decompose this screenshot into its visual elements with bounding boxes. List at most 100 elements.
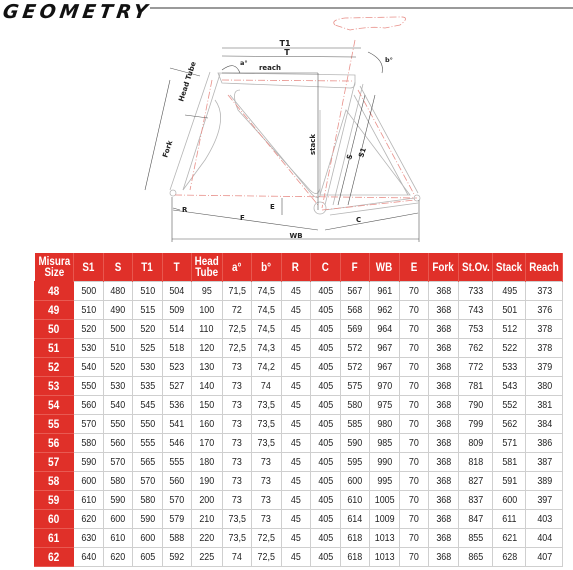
value-cell: 614 — [339, 509, 371, 529]
value-cell: 595 — [339, 452, 371, 472]
value-cell: 405 — [310, 528, 341, 548]
size-cell: 56 — [33, 433, 75, 453]
value-cell: 70 — [398, 490, 430, 510]
value-cell: 70 — [398, 433, 430, 453]
table-header-row: Misura Size S1 S T1 T Head Tube a° b° R C F WB E Fork St… — [34, 253, 564, 282]
table-row: 54 560 540 545 536 150 73 73,5 45 405 580 975 70 368 7… — [33, 395, 564, 415]
value-cell: 378 — [525, 338, 564, 358]
value-cell: 618 — [339, 528, 371, 548]
value-cell: 543 — [492, 376, 527, 396]
value-cell: 405 — [310, 471, 341, 491]
value-cell: 514 — [161, 319, 193, 339]
column-header: T1 — [132, 253, 163, 282]
value-cell: 45 — [280, 490, 312, 510]
value-cell: 210 — [191, 509, 223, 529]
value-cell: 73,5 — [221, 509, 253, 529]
value-cell: 620 — [102, 547, 134, 567]
value-cell: 70 — [398, 414, 430, 434]
head-tube-outline — [169, 71, 221, 191]
value-cell: 45 — [280, 300, 312, 320]
value-cell: 592 — [161, 547, 193, 567]
column-header: Stack — [492, 253, 527, 282]
value-cell: 373 — [525, 281, 564, 301]
value-cell: 381 — [525, 395, 564, 415]
value-cell: 220 — [191, 528, 223, 548]
value-cell: 73,5 — [251, 395, 282, 415]
value-cell: 567 — [339, 281, 371, 301]
value-cell: 403 — [525, 509, 564, 529]
table-row: 52 540 520 530 523 130 73 74,2 45 405 572 967 70 368 7… — [33, 357, 564, 377]
value-cell: 368 — [428, 547, 459, 567]
value-cell: 855 — [457, 528, 494, 548]
value-cell: 509 — [161, 300, 193, 320]
value-cell: 200 — [191, 490, 223, 510]
value-cell: 368 — [428, 528, 459, 548]
value-cell: 610 — [73, 490, 104, 510]
value-cell: 160 — [191, 414, 223, 434]
value-cell: 100 — [191, 300, 223, 320]
title-divider — [150, 7, 573, 9]
table-row: 57 590 570 565 555 180 73 73 45 405 595 990 70 368 818… — [33, 452, 564, 472]
label-e: E — [270, 203, 275, 211]
value-cell: 405 — [310, 509, 341, 529]
table-row: 62 640 620 605 592 225 74 72,5 45 405 618 1013 70 368… — [33, 547, 564, 567]
label-wb: WB — [289, 232, 302, 240]
value-cell: 588 — [161, 528, 193, 548]
value-cell: 405 — [310, 547, 341, 567]
value-cell: 600 — [132, 528, 163, 548]
table-row: 49 510 490 515 509 100 72 74,5 45 405 568 962 70 368 7… — [33, 300, 564, 320]
value-cell: 618 — [339, 547, 371, 567]
value-cell: 575 — [339, 376, 371, 396]
value-cell: 560 — [102, 433, 134, 453]
value-cell: 570 — [73, 414, 104, 434]
value-cell: 525 — [132, 338, 163, 358]
value-cell: 550 — [132, 414, 163, 434]
value-cell: 510 — [132, 281, 163, 301]
value-cell: 572 — [339, 338, 371, 358]
value-cell: 407 — [525, 547, 564, 567]
value-cell: 368 — [428, 509, 459, 529]
value-cell: 73,5 — [221, 528, 253, 548]
value-cell: 73 — [221, 414, 253, 434]
value-cell: 368 — [428, 452, 459, 472]
column-header: E — [399, 253, 430, 282]
size-cell: 60 — [33, 509, 75, 529]
value-cell: 611 — [492, 509, 527, 529]
label-t1: T1 — [279, 39, 290, 48]
value-cell: 590 — [132, 509, 163, 529]
value-cell: 865 — [457, 547, 494, 567]
label-head-tube: Head Tube — [177, 60, 198, 102]
value-cell: 610 — [102, 528, 134, 548]
table-row: 50 520 500 520 514 110 72,5 74,5 45 405 569 964 70 36… — [33, 319, 564, 339]
value-cell: 368 — [428, 376, 459, 396]
value-cell: 733 — [457, 281, 494, 301]
value-cell: 572 — [339, 357, 371, 377]
value-cell: 570 — [161, 490, 193, 510]
table-row: 58 600 580 570 560 190 73 73 45 405 600 995 70 368 827… — [33, 471, 564, 491]
value-cell: 809 — [457, 433, 494, 453]
table-row: 61 630 610 600 588 220 73,5 72,5 45 405 618 1013 70 3… — [33, 528, 564, 548]
value-cell: 110 — [191, 319, 223, 339]
value-cell: 387 — [525, 452, 564, 472]
value-cell: 170 — [191, 433, 223, 453]
value-cell: 368 — [428, 281, 459, 301]
value-cell: 970 — [369, 376, 400, 396]
value-cell: 827 — [457, 471, 494, 491]
value-cell: 45 — [280, 471, 312, 491]
value-cell: 600 — [102, 509, 134, 529]
value-cell: 628 — [492, 547, 527, 567]
value-cell: 130 — [191, 357, 223, 377]
value-cell: 405 — [310, 433, 341, 453]
center-lines — [174, 16, 418, 211]
value-cell: 590 — [73, 452, 104, 472]
value-cell: 180 — [191, 452, 223, 472]
value-cell: 743 — [457, 300, 494, 320]
value-cell: 570 — [102, 452, 134, 472]
value-cell: 504 — [161, 281, 193, 301]
value-cell: 1009 — [369, 509, 400, 529]
label-t: T — [284, 48, 290, 57]
label-s: S — [345, 153, 354, 160]
value-cell: 405 — [310, 376, 341, 396]
value-cell: 562 — [492, 414, 527, 434]
value-cell: 580 — [339, 395, 371, 415]
